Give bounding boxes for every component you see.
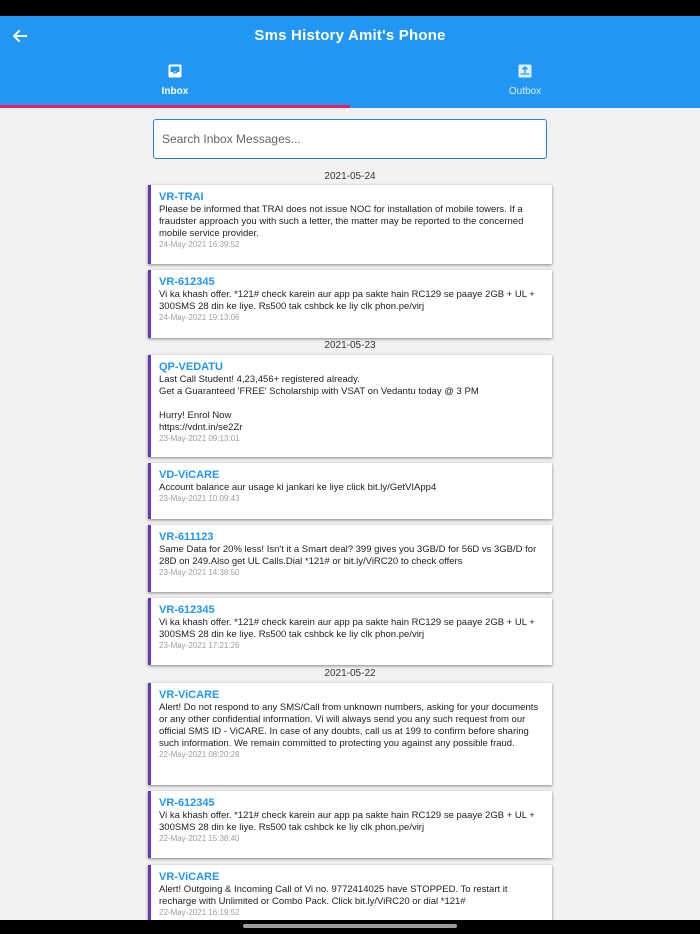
inbox-list[interactable]: 2021-05-24 VR-TRAI Please be informed th…: [0, 108, 700, 920]
message-sender: VR-TRAI: [159, 191, 204, 203]
message-sender: VR-611123: [159, 531, 214, 543]
message-body: Account balance aur usage ki jankari ke …: [159, 482, 437, 493]
home-indicator[interactable]: [243, 924, 457, 928]
message-body: Same Data for 20% less! Isn't it a Smart…: [159, 544, 537, 567]
message-body: Alert! Outgoing & Incoming Call of Vi no…: [159, 884, 508, 907]
message-body: Vi ka khash offer. *121# check karein au…: [159, 810, 535, 833]
message-timestamp: 22-May-2021 15:38:40: [159, 834, 240, 843]
outbox-icon: [518, 64, 532, 78]
tab-bar: Inbox Outbox: [0, 60, 700, 108]
date-header: 2021-05-22: [324, 668, 376, 679]
message-timestamp: 24-May-2021 19:13:06: [159, 313, 240, 322]
inbox-icon: [168, 64, 182, 78]
message-sender: VR-612345: [159, 797, 215, 809]
app-bar: Sms History Amit's Phone Inbox Outbox: [0, 16, 700, 108]
tab-inbox-label: Inbox: [161, 86, 189, 97]
message-timestamp: 23-May-2021 17:21:26: [159, 641, 240, 650]
message-timestamp: 23-May-2021 09:13:01: [159, 434, 240, 443]
message-sender: VR-612345: [159, 604, 215, 616]
tab-inbox[interactable]: Inbox: [0, 60, 350, 108]
message-sender: VR-ViCARE: [159, 689, 220, 701]
message-card[interactable]: VR-611123 Same Data for 20% less! Isn't …: [148, 525, 552, 592]
message-timestamp: 22-May-2021 16:19:52: [159, 908, 240, 917]
date-header: 2021-05-24: [324, 171, 376, 182]
message-sender: VD-ViCARE: [159, 469, 220, 481]
message-card[interactable]: VR-612345 Vi ka khash offer. *121# check…: [148, 270, 552, 338]
message-card[interactable]: QP-VEDATU Last Call Student! 4,23,456+ r…: [148, 355, 552, 457]
message-card[interactable]: VR-ViCARE Alert! Do not respond to any S…: [148, 683, 552, 785]
search-input[interactable]: [153, 119, 547, 159]
message-card[interactable]: VR-TRAI Please be informed that TRAI doe…: [148, 185, 552, 264]
message-card[interactable]: VR-612345 Vi ka khash offer. *121# check…: [148, 598, 552, 665]
message-sender: VR-612345: [159, 276, 215, 288]
message-card[interactable]: VD-ViCARE Account balance aur usage ki j…: [148, 463, 552, 519]
message-sender: QP-VEDATU: [159, 361, 223, 373]
message-card[interactable]: VR-ViCARE Alert! Outgoing & Incoming Cal…: [148, 865, 552, 920]
message-body: Last Call Student! 4,23,456+ registered …: [159, 374, 479, 433]
message-body: Vi ka khash offer. *121# check karein au…: [159, 617, 535, 640]
message-timestamp: 24-May-2021 16:39:52: [159, 240, 240, 249]
message-sender: VR-ViCARE: [159, 871, 220, 883]
message-card[interactable]: VR-612345 Vi ka khash offer. *121# check…: [148, 791, 552, 858]
message-body: Vi ka khash offer. *121# check karein au…: [159, 289, 535, 312]
message-body: Please be informed that TRAI does not is…: [159, 204, 524, 239]
tab-outbox-label: Outbox: [508, 86, 542, 97]
message-timestamp: 22-May-2021 08:20:28: [159, 750, 240, 759]
message-timestamp: 23-May-2021 10:09:43: [159, 494, 240, 503]
status-bar: [0, 0, 700, 16]
message-timestamp: 23-May-2021 14:38:50: [159, 568, 240, 577]
message-body: Alert! Do not respond to any SMS/Call fr…: [159, 702, 539, 749]
tab-outbox[interactable]: Outbox: [350, 60, 700, 108]
date-header: 2021-05-23: [324, 340, 376, 351]
page-title: Sms History Amit's Phone: [254, 27, 446, 44]
